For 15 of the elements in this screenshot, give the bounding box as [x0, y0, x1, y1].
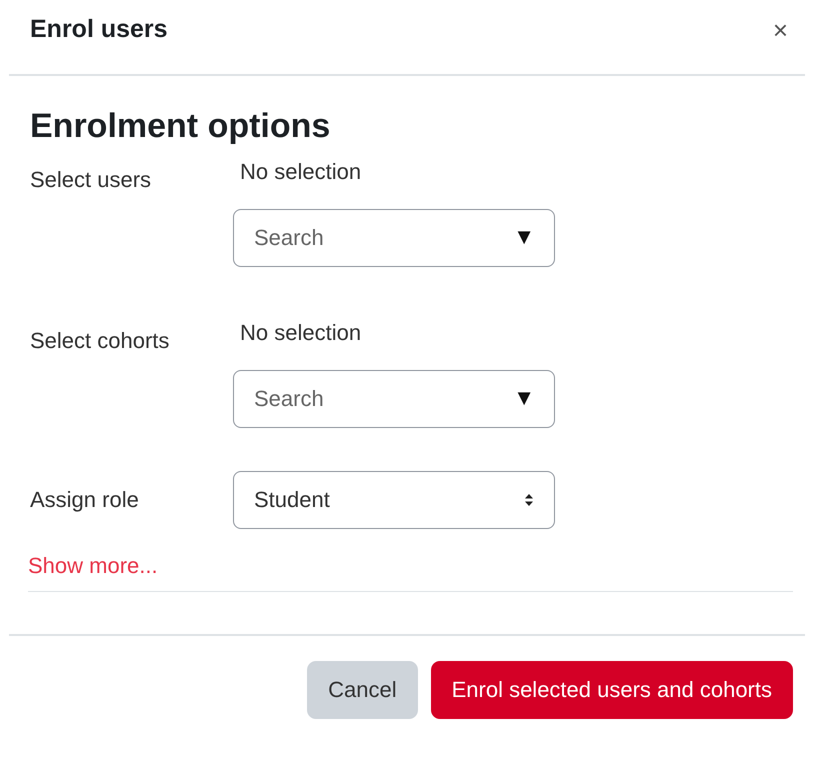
selection-text: No selection — [240, 158, 362, 186]
cancel-button[interactable]: Cancel — [307, 660, 418, 719]
section-heading: Enrolment options — [30, 106, 332, 147]
sort-icon — [524, 492, 534, 507]
enrol-button[interactable]: Enrol selected users and cohorts — [430, 660, 793, 719]
close-button[interactable]: × — [772, 14, 788, 46]
dialog-title: Enrol users — [30, 14, 168, 44]
role-select[interactable]: Student — [233, 470, 555, 529]
field-label: Select users — [30, 166, 152, 194]
selection-text: No selection — [240, 320, 362, 347]
dropdown-arrow: ▼ — [513, 224, 535, 250]
field-label: Assign role — [30, 486, 140, 513]
field-label: Select cohorts — [30, 326, 170, 355]
show-more-link[interactable]: Show more... — [28, 552, 158, 579]
dropdown-arrow: ▼ — [513, 384, 535, 411]
